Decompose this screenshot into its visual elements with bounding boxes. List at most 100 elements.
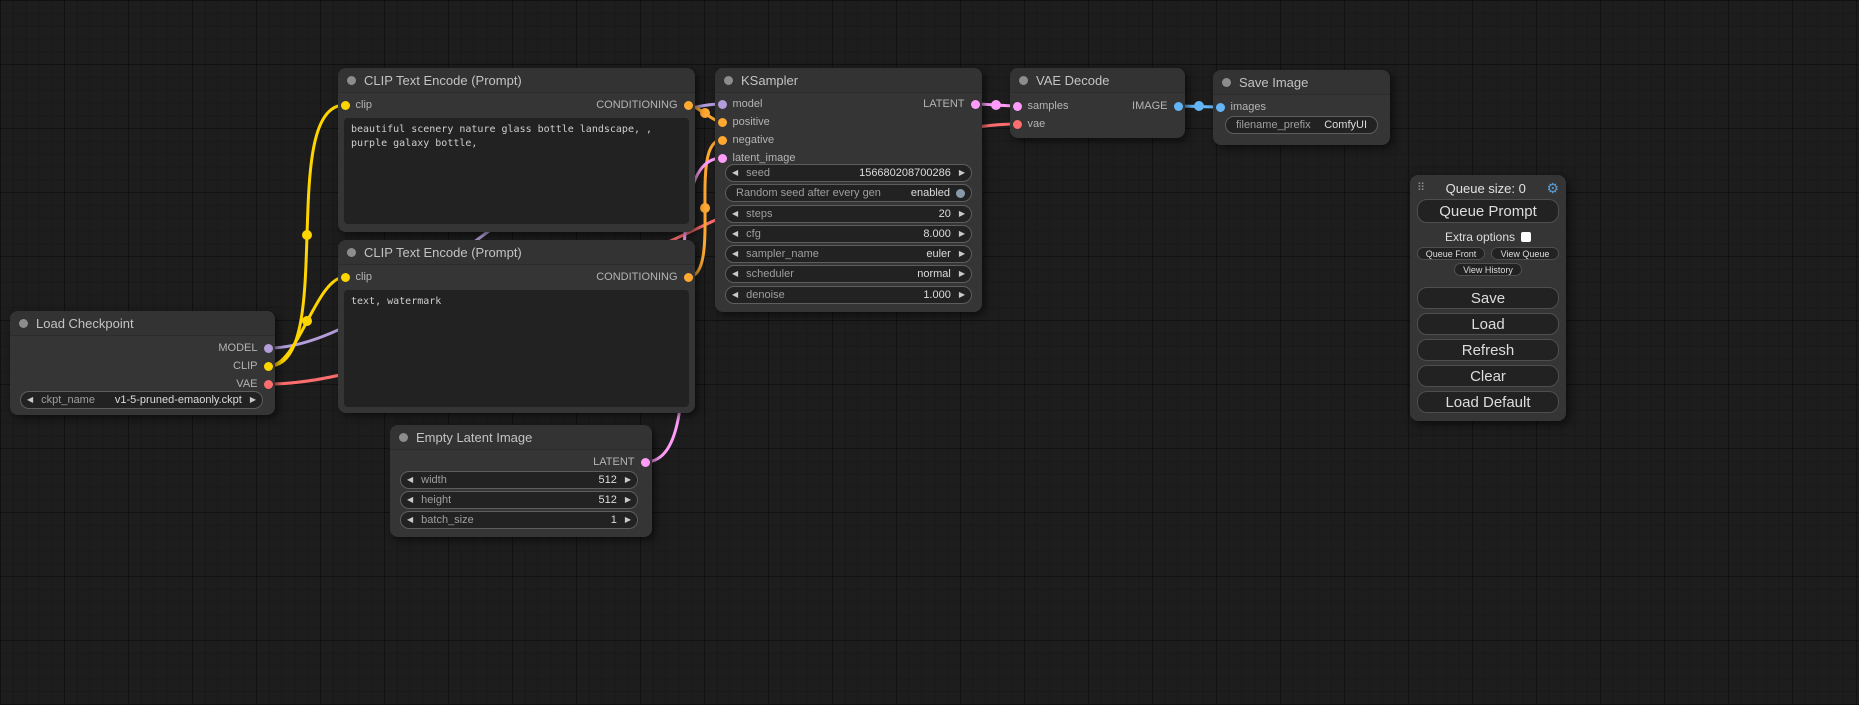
widget-scheduler[interactable]: ◀ scheduler normal ▶ xyxy=(725,265,972,283)
slot-dot-vae[interactable] xyxy=(1013,120,1022,129)
slot-label: LATENT xyxy=(923,98,964,110)
view-history-button[interactable]: View History xyxy=(1454,263,1522,276)
slot-dot-image[interactable] xyxy=(1216,103,1225,112)
refresh-button[interactable]: Refresh xyxy=(1417,339,1559,361)
slot-dot-conditioning[interactable] xyxy=(684,101,693,110)
slot-dot-latent[interactable] xyxy=(971,100,980,109)
node-collapse-icon[interactable] xyxy=(1222,78,1231,87)
load-button[interactable]: Load xyxy=(1417,313,1559,335)
widget-name: ckpt_name xyxy=(41,394,95,406)
node-save-image[interactable]: Save Image images filename_prefix ComfyU… xyxy=(1213,70,1390,145)
node-title-bar[interactable]: Load Checkpoint xyxy=(10,311,275,336)
prompt-textarea[interactable]: beautiful scenery nature glass bottle la… xyxy=(344,118,689,224)
node-title: CLIP Text Encode (Prompt) xyxy=(364,73,522,88)
decrement-arrow-icon[interactable]: ◀ xyxy=(732,230,738,238)
slot-dot-clip[interactable] xyxy=(341,101,350,110)
decrement-arrow-icon[interactable]: ◀ xyxy=(27,396,33,404)
output-slot-conditioning: CONDITIONING xyxy=(596,98,692,112)
widget-seed[interactable]: ◀ seed 156680208700286 ▶ xyxy=(725,164,972,182)
widget-sampler-name[interactable]: ◀ sampler_name euler ▶ xyxy=(725,245,972,263)
slot-dot-model[interactable] xyxy=(718,100,727,109)
increment-arrow-icon[interactable]: ▶ xyxy=(625,496,631,504)
decrement-arrow-icon[interactable]: ◀ xyxy=(407,516,413,524)
decrement-arrow-icon[interactable]: ◀ xyxy=(407,476,413,484)
decrement-arrow-icon[interactable]: ◀ xyxy=(732,210,738,218)
slot-label: samples xyxy=(1028,100,1069,112)
load-default-button[interactable]: Load Default xyxy=(1417,391,1559,413)
node-collapse-icon[interactable] xyxy=(347,248,356,257)
node-collapse-icon[interactable] xyxy=(724,76,733,85)
queue-prompt-button[interactable]: Queue Prompt xyxy=(1417,199,1559,223)
increment-arrow-icon[interactable]: ▶ xyxy=(959,291,965,299)
slot-dot-clip[interactable] xyxy=(341,273,350,282)
prompt-textarea[interactable]: text, watermark xyxy=(344,290,689,407)
node-title-bar[interactable]: CLIP Text Encode (Prompt) xyxy=(338,240,695,265)
node-collapse-icon[interactable] xyxy=(1019,76,1028,85)
increment-arrow-icon[interactable]: ▶ xyxy=(959,169,965,177)
node-title: Empty Latent Image xyxy=(416,430,532,445)
widget-name: Random seed after every gen xyxy=(736,187,881,199)
node-graph-canvas[interactable]: Load Checkpoint MODEL CLIP VAE ◀ ckpt_na… xyxy=(0,0,1859,705)
link-midpoint-image xyxy=(1194,101,1204,111)
increment-arrow-icon[interactable]: ▶ xyxy=(625,516,631,524)
node-title-bar[interactable]: Save Image xyxy=(1213,70,1390,95)
view-queue-button[interactable]: View Queue xyxy=(1491,247,1559,260)
increment-arrow-icon[interactable]: ▶ xyxy=(959,230,965,238)
queue-front-button[interactable]: Queue Front xyxy=(1417,247,1485,260)
node-ksampler[interactable]: KSampler model positive negative latent_… xyxy=(715,68,982,312)
decrement-arrow-icon[interactable]: ◀ xyxy=(732,169,738,177)
node-title-bar[interactable]: KSampler xyxy=(715,68,982,93)
node-collapse-icon[interactable] xyxy=(399,433,408,442)
widget-width[interactable]: ◀ width 512 ▶ xyxy=(400,471,638,489)
toggle-indicator-icon[interactable] xyxy=(956,189,965,198)
output-slot-image: IMAGE xyxy=(1132,99,1182,113)
widget-filename-prefix[interactable]: filename_prefix ComfyUI xyxy=(1225,116,1378,134)
input-slot-vae: vae xyxy=(1013,117,1046,131)
slot-dot-latent[interactable] xyxy=(718,154,727,163)
slot-dot-clip[interactable] xyxy=(264,362,273,371)
slot-dot-vae[interactable] xyxy=(264,380,273,389)
link-midpoint-clip-positive xyxy=(302,230,312,240)
decrement-arrow-icon[interactable]: ◀ xyxy=(732,250,738,258)
increment-arrow-icon[interactable]: ▶ xyxy=(959,210,965,218)
widget-ckpt-name[interactable]: ◀ ckpt_name v1-5-pruned-emaonly.ckpt ▶ xyxy=(20,391,263,409)
widget-steps[interactable]: ◀ steps 20 ▶ xyxy=(725,205,972,223)
widget-cfg[interactable]: ◀ cfg 8.000 ▶ xyxy=(725,225,972,243)
widget-denoise[interactable]: ◀ denoise 1.000 ▶ xyxy=(725,286,972,304)
slot-dot-model[interactable] xyxy=(264,344,273,353)
save-button[interactable]: Save xyxy=(1417,287,1559,309)
widget-height[interactable]: ◀ height 512 ▶ xyxy=(400,491,638,509)
node-collapse-icon[interactable] xyxy=(19,319,28,328)
slot-dot-conditioning[interactable] xyxy=(718,118,727,127)
node-load-checkpoint[interactable]: Load Checkpoint MODEL CLIP VAE ◀ ckpt_na… xyxy=(10,311,275,415)
slot-dot-latent[interactable] xyxy=(1013,102,1022,111)
slot-dot-conditioning[interactable] xyxy=(684,273,693,282)
decrement-arrow-icon[interactable]: ◀ xyxy=(407,496,413,504)
node-title-bar[interactable]: CLIP Text Encode (Prompt) xyxy=(338,68,695,93)
node-title-bar[interactable]: Empty Latent Image xyxy=(390,425,652,450)
slot-dot-latent[interactable] xyxy=(641,458,650,467)
increment-arrow-icon[interactable]: ▶ xyxy=(959,250,965,258)
increment-arrow-icon[interactable]: ▶ xyxy=(250,396,256,404)
node-title-bar[interactable]: VAE Decode xyxy=(1010,68,1185,93)
clear-button[interactable]: Clear xyxy=(1417,365,1559,387)
node-empty-latent-image[interactable]: Empty Latent Image LATENT ◀ width 512 ▶ … xyxy=(390,425,652,537)
widget-batch-size[interactable]: ◀ batch_size 1 ▶ xyxy=(400,511,638,529)
widget-name: steps xyxy=(746,208,772,220)
increment-arrow-icon[interactable]: ▶ xyxy=(959,270,965,278)
node-vae-decode[interactable]: VAE Decode samples vae IMAGE xyxy=(1010,68,1185,138)
increment-arrow-icon[interactable]: ▶ xyxy=(625,476,631,484)
drag-handle-icon[interactable]: ⠿ xyxy=(1417,183,1425,194)
input-slot-images: images xyxy=(1216,100,1266,114)
decrement-arrow-icon[interactable]: ◀ xyxy=(732,291,738,299)
slot-dot-image[interactable] xyxy=(1174,102,1183,111)
settings-gear-icon[interactable]: ⚙ xyxy=(1546,181,1559,195)
node-collapse-icon[interactable] xyxy=(347,76,356,85)
slot-dot-conditioning[interactable] xyxy=(718,136,727,145)
extra-options-checkbox[interactable] xyxy=(1521,232,1531,242)
widget-value: 8.000 xyxy=(923,228,951,240)
decrement-arrow-icon[interactable]: ◀ xyxy=(732,270,738,278)
widget-random-seed-toggle[interactable]: Random seed after every gen enabled xyxy=(725,184,972,202)
node-clip-text-encode-negative[interactable]: CLIP Text Encode (Prompt) clip CONDITION… xyxy=(338,240,695,413)
node-clip-text-encode-positive[interactable]: CLIP Text Encode (Prompt) clip CONDITION… xyxy=(338,68,695,232)
